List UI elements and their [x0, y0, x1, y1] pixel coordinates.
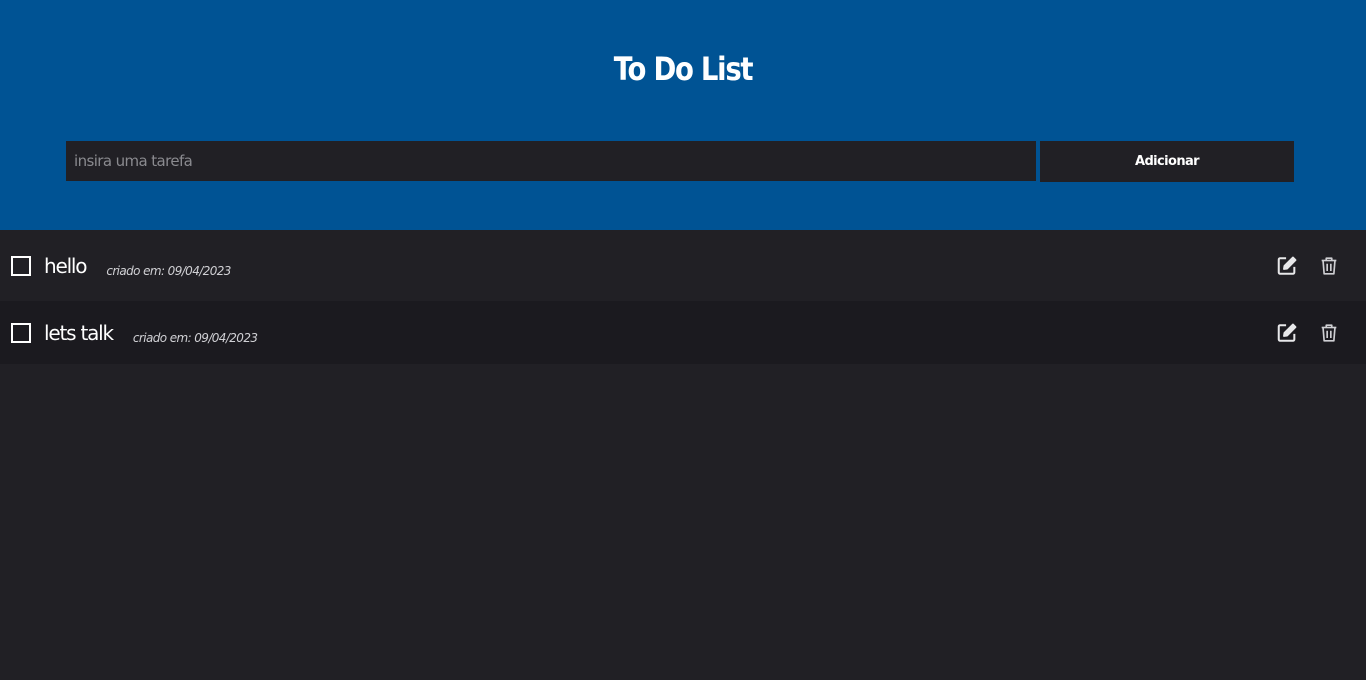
task-item: hello criado em: 09/04/2023: [0, 230, 1366, 301]
task-text: lets talk: [44, 320, 114, 345]
task-created-date: criado em: 09/04/2023: [132, 330, 258, 345]
task-item: lets talk criado em: 09/04/2023: [0, 301, 1366, 364]
task-created-date: criado em: 09/04/2023: [106, 263, 231, 278]
task-input[interactable]: [66, 141, 1036, 181]
trash-icon[interactable]: [1318, 255, 1340, 277]
task-actions: [1276, 322, 1340, 344]
trash-icon[interactable]: [1318, 322, 1340, 344]
page-title: To Do List: [613, 50, 754, 88]
add-task-button[interactable]: Adicionar: [1040, 141, 1294, 182]
edit-icon[interactable]: [1276, 322, 1298, 344]
header: To Do List Adicionar: [0, 0, 1366, 230]
task-text: hello: [44, 253, 88, 278]
task-list: hello criado em: 09/04/2023 lets talk cr…: [0, 230, 1366, 364]
checkbox-icon[interactable]: [11, 255, 31, 276]
edit-icon[interactable]: [1276, 255, 1298, 277]
checkbox-icon[interactable]: [11, 322, 31, 343]
task-actions: [1276, 255, 1340, 277]
